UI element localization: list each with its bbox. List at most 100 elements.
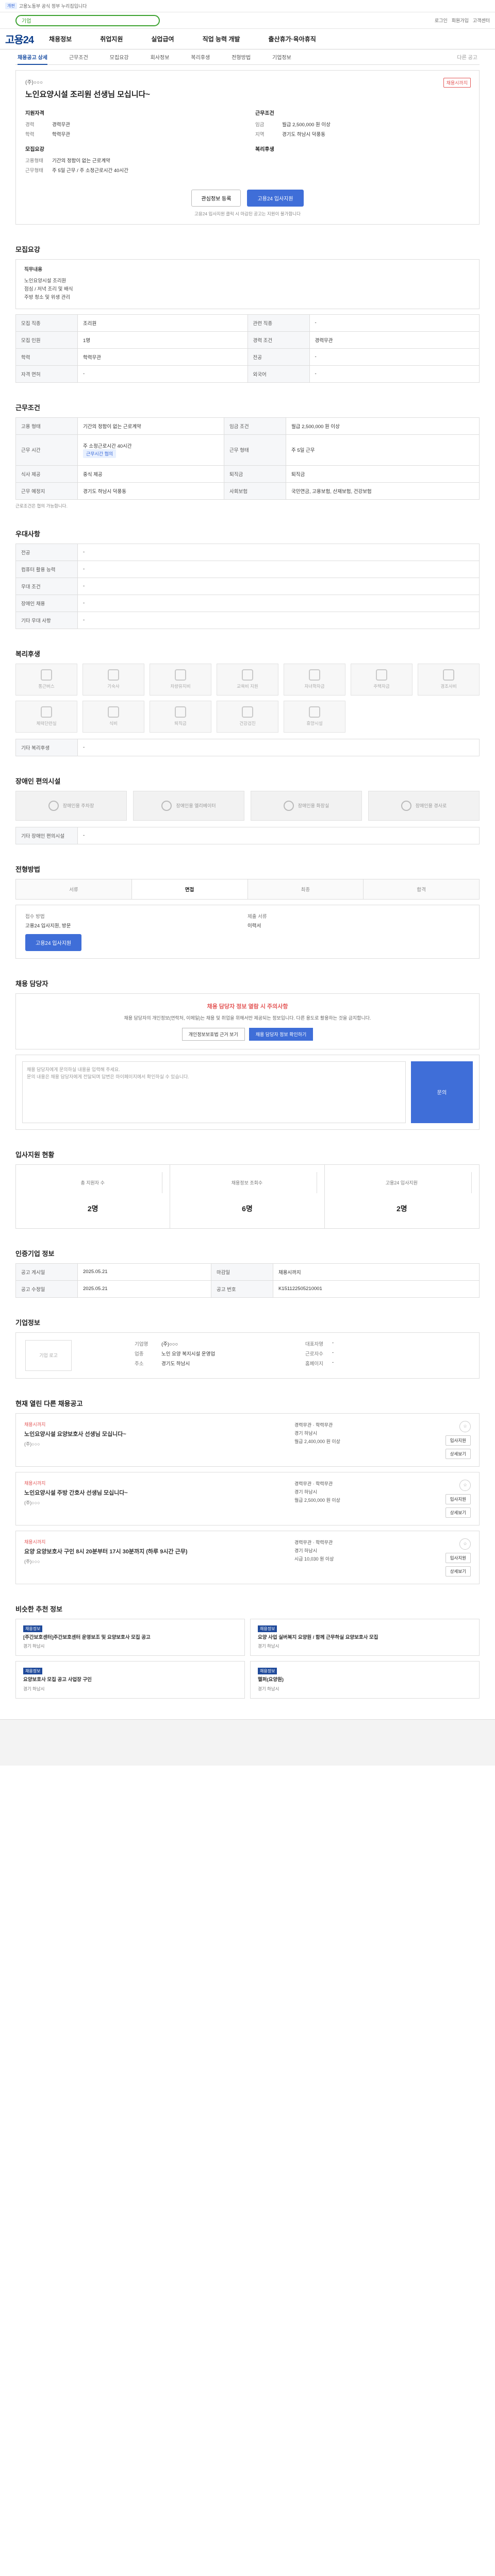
footer xyxy=(0,1719,495,1766)
benefit-grid: 통근버스 기숙사 차량유지비 교육비 지원 자녀학자금 주택자금 경조사비 체력… xyxy=(15,663,480,733)
detail-button[interactable]: 상세보기 xyxy=(445,1566,471,1577)
nav-item-training[interactable]: 직업 능력 개발 xyxy=(203,35,240,43)
benefit-item: 경조사비 xyxy=(418,663,480,696)
section-status: 입사지원 현황 xyxy=(15,1150,55,1159)
apply-button[interactable]: 입사지원 xyxy=(445,1435,471,1446)
section-disabled: 장애인 편의시설 xyxy=(15,777,61,785)
nav-item-benefits[interactable]: 실업급여 xyxy=(151,35,174,43)
signup-link[interactable]: 회원가입 xyxy=(452,17,469,24)
benefit-item: 퇴직금 xyxy=(150,700,211,733)
rec-card[interactable]: 채용정보 [주간보호센터]주간보호센터 운영보조 및 요양보호사 모집 공고 경기 … xyxy=(15,1618,245,1656)
nav-item-support[interactable]: 취업지원 xyxy=(100,35,123,43)
job-summary: (주)○○○ 노인요양시설 조리원 선생님 모십니다~ 채용시까지 지원자격 경… xyxy=(15,70,480,225)
resort-icon xyxy=(309,706,320,718)
benefit-item: 자녀학자금 xyxy=(284,663,345,696)
rec-card[interactable]: 채용정보 요양 사업 실버복지 요양원 / 함께 근무하실 요양보호사 모집 경기 … xyxy=(250,1618,480,1656)
education-icon xyxy=(242,669,253,681)
detail-tabs: 채용공고 상세 근무조건 모집요강 회사정보 복리후생 전형방법 기업정보 다른… xyxy=(15,49,480,65)
section-benefit: 복리후생 xyxy=(15,650,40,658)
process-steps: 서류 면접 최종 합격 xyxy=(15,878,480,900)
law-button[interactable]: 개인정보보호법 근거 보기 xyxy=(182,1027,245,1041)
tab-process[interactable]: 전형방법 xyxy=(232,53,251,61)
section-info: 인증기업 정보 xyxy=(15,1249,55,1258)
rec-card[interactable]: 채용정보 헬퍼(요양원) 경기 하남시 xyxy=(250,1661,480,1699)
status-stats: 총 지원자 수 2명 채용정보 조회수 6명 고용24 입사지원 2명 xyxy=(15,1164,480,1229)
job-card[interactable]: 채용시까지 노인요양시설 주방 간호사 선생님 모십니다~ (주)○○○ 경력무관 … xyxy=(15,1471,480,1526)
detail-button[interactable]: 상세보기 xyxy=(445,1507,471,1518)
login-link[interactable]: 로그인 xyxy=(435,17,448,24)
elevator-icon xyxy=(161,800,172,811)
utility-header: 기업 로그인 회원가입 고객센터 xyxy=(0,12,495,29)
site-logo[interactable]: 고용24 xyxy=(5,31,34,46)
section-recommend: 비슷한 추천 정보 xyxy=(15,1605,62,1613)
work-note: 근로조건은 협의 가능합니다. xyxy=(15,503,68,509)
pref-table: 전공 - 컴퓨터 활용 능력 - 우대 조건 - 장애인 채용 - 기타 우대 사항 - xyxy=(15,543,480,629)
benefit-item: 휴양시설 xyxy=(284,700,345,733)
tab-corp[interactable]: 기업정보 xyxy=(272,53,291,61)
warning-desc: 채용 담당자의 개인정보(연락처, 이메일)는 채용 및 취업을 위해서만 제공… xyxy=(124,1015,371,1021)
benefit-item: 교육비 지원 xyxy=(217,663,278,696)
job-card[interactable]: 채용시까지 노인요양시설 요양보호사 선생님 모십니다~ (주)○○○ 경력무관 ·… xyxy=(15,1413,480,1467)
gov-banner-text: 고용노동부 공식 정부 누리집입니다 xyxy=(19,4,87,9)
dorm-icon xyxy=(108,669,119,681)
gym-icon xyxy=(41,706,52,718)
company-name[interactable]: (주)○○○ xyxy=(25,78,470,86)
help-link[interactable]: 고객센터 xyxy=(473,17,490,24)
qualification-title: 지원자격 xyxy=(25,111,44,116)
tab-company[interactable]: 회사정보 xyxy=(151,53,170,61)
health-icon xyxy=(242,706,253,718)
contact-warning: 채용 담당자 정보 열람 시 주의사항 채용 담당자의 개인정보(연락처, 이메… xyxy=(15,993,480,1049)
search-input[interactable]: 기업 xyxy=(15,14,160,26)
view-contact-button[interactable]: 채용 담당자 정보 확인하기 xyxy=(249,1027,314,1041)
step-item: 최종 xyxy=(248,879,364,899)
gov-badge: 개편 xyxy=(5,3,17,9)
negotiable-tag: 근무시간 협의 xyxy=(83,449,117,458)
section-similar: 현재 열린 다른 채용공고 xyxy=(15,1399,83,1408)
nav-item-jobs[interactable]: 채용정보 xyxy=(49,35,72,43)
rec-card[interactable]: 채용정보 요양보호사 모집 공고 사업장 구인 경기 하남시 xyxy=(15,1661,245,1699)
company-logo: 기업 로고 xyxy=(25,1340,72,1371)
meal-icon xyxy=(108,706,119,718)
tab-work[interactable]: 근무조건 xyxy=(69,53,88,61)
main-nav: 고용24 채용정보 취업지원 실업급여 직업 능력 개발 출산휴가·육아휴직 xyxy=(0,29,495,49)
parking-icon xyxy=(48,800,59,811)
how-to-apply: 접수 방법 고용24 입사지원, 방문 고용24 입사지원 제출 서류 이력서 xyxy=(15,904,480,959)
house-icon xyxy=(376,669,387,681)
recommend-grid: 채용정보 [주간보호센터]주간보호센터 운영보조 및 요양보호사 모집 공고 경기 … xyxy=(15,1618,480,1699)
tab-benefit[interactable]: 복리후생 xyxy=(191,53,210,61)
scrap-button[interactable]: 관심정보 등록 xyxy=(191,190,241,207)
apply-button[interactable]: 고용24 입사지원 xyxy=(247,190,304,207)
apply-notice: 고용24 입사지원 클릭 시 마감된 공고는 지원이 불가합니다 xyxy=(194,211,301,216)
job-title: 노인요양시설 조리원 선생님 모십니다~ xyxy=(25,90,151,99)
inquiry-send-button[interactable]: 문의 xyxy=(411,1061,473,1123)
apply-button[interactable]: 입사지원 xyxy=(445,1494,471,1504)
recruit-title: 모집요강 xyxy=(25,147,44,152)
disabled-etc: 기타 장애인 편의시설 - xyxy=(15,826,480,844)
star-icon[interactable]: ☆ xyxy=(459,1420,471,1432)
tab-recruit[interactable]: 모집요강 xyxy=(110,53,129,61)
nav-item-leave[interactable]: 출산휴가·육아휴직 xyxy=(268,35,316,43)
apply-button[interactable]: 입사지원 xyxy=(445,1552,471,1563)
step-item: 합격 xyxy=(364,879,479,899)
section-contact: 채용 담당자 xyxy=(15,979,48,988)
detail-button[interactable]: 상세보기 xyxy=(445,1448,471,1459)
inquiry-input[interactable]: 채용 담당자에게 문의하실 내용을 입력해 주세요. 문의 내용은 채용 담당자… xyxy=(22,1061,406,1123)
bus-icon xyxy=(41,669,52,681)
info-table: 공고 게시일 2025.05.21 마감일 채용시까지 공고 수정일 2025.05.2… xyxy=(15,1263,480,1298)
util-links: 로그인 회원가입 고객센터 xyxy=(435,17,490,24)
star-icon[interactable]: ☆ xyxy=(459,1538,471,1550)
apply-button-2[interactable]: 고용24 입사지원 xyxy=(25,934,82,951)
section-process: 전형방법 xyxy=(15,865,40,873)
company-box: 기업 로고 기업명 (주)○○○ 업종 노인 요양 복지시설 운영업 주소 경기도 하… xyxy=(15,1332,480,1379)
ramp-icon xyxy=(401,800,411,811)
duty-box: 직무내용 노인요양시설 조리원 점심 / 저녁 조리 및 배식 주방 청소 및 … xyxy=(15,259,480,309)
section-company: 기업정보 xyxy=(15,1318,40,1327)
tab-detail[interactable]: 채용공고 상세 xyxy=(18,49,47,65)
conditions-title: 근무조건 xyxy=(255,111,274,116)
job-card[interactable]: 채용시까지 요양 요양보호사 구인 8시 20분부터 17시 30분까지 (하루 … xyxy=(15,1530,480,1584)
other-jobs-link[interactable]: 다른 공고 xyxy=(457,53,477,61)
gift-icon xyxy=(443,669,454,681)
work-table: 고용 형태 기간의 정함이 없는 근로계약 임금 조건 월급 2,500,000 원 … xyxy=(15,417,480,500)
star-icon[interactable]: ☆ xyxy=(459,1479,471,1491)
scholarship-icon xyxy=(309,669,320,681)
